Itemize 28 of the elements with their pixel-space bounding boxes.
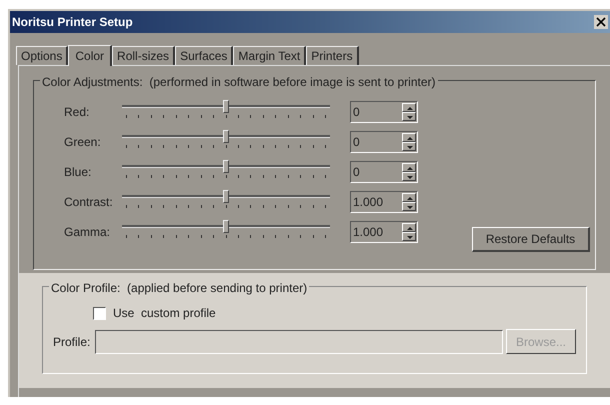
slider-label: Red:	[64, 104, 90, 121]
tab[interactable]: Surfaces	[175, 46, 234, 65]
tab[interactable]: Printers	[306, 46, 359, 65]
slider-label: Green:	[64, 134, 102, 151]
restore-defaults-button[interactable]: Restore Defaults	[472, 227, 590, 252]
spin-field[interactable]: 0	[350, 161, 418, 183]
slider-thumb[interactable]	[223, 190, 229, 203]
checkbox[interactable]	[93, 306, 106, 320]
spin-field[interactable]: 0	[350, 131, 418, 153]
slider-label: Blue:	[64, 164, 92, 181]
tab[interactable]: Options	[16, 46, 68, 65]
tab[interactable]: Roll-sizes	[112, 46, 176, 65]
profile-label: Profile:	[53, 334, 92, 350]
slider-thumb[interactable]	[223, 160, 229, 173]
tab[interactable]: Margin Text	[233, 46, 306, 65]
slider-label: Contrast:	[64, 194, 114, 211]
slider-thumb[interactable]	[223, 130, 229, 143]
checkbox-label: Use custom profile	[113, 305, 216, 322]
close-icon[interactable]	[594, 15, 608, 29]
profile-field[interactable]	[95, 330, 503, 354]
spin-field[interactable]: 0	[350, 101, 418, 123]
spin-field[interactable]: 1.000	[350, 191, 418, 213]
slider-thumb[interactable]	[223, 100, 229, 113]
spin-field[interactable]: 1.000	[350, 221, 418, 243]
window-title: Noritsu Printer Setup	[11, 14, 133, 31]
slider-label: Gamma:	[64, 224, 112, 241]
slider-thumb[interactable]	[223, 220, 229, 233]
tab[interactable]: Color	[68, 45, 112, 66]
